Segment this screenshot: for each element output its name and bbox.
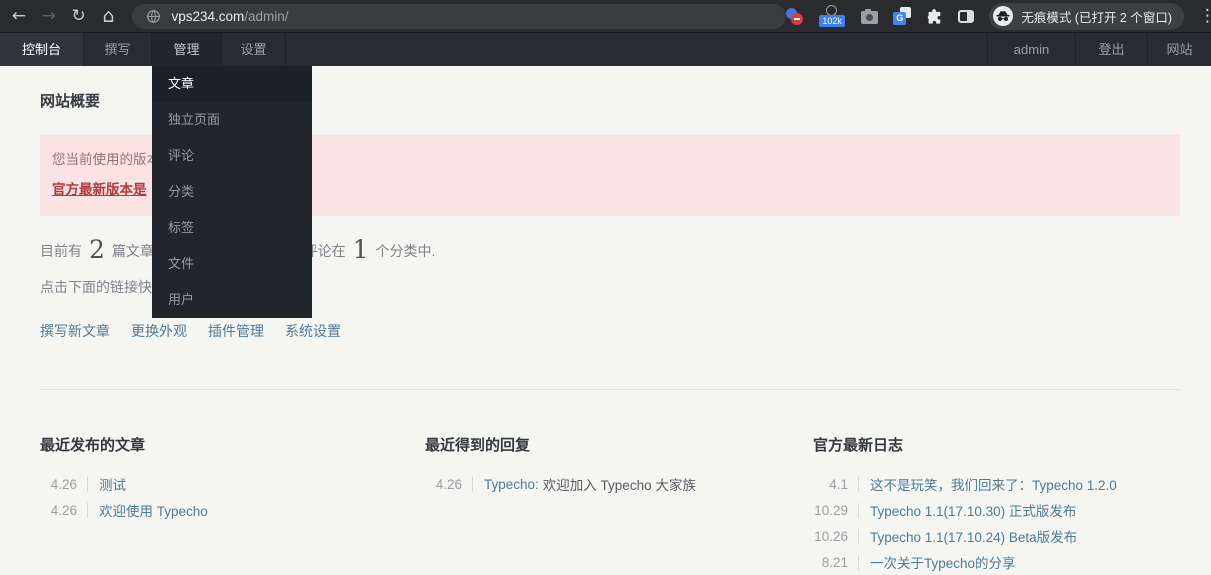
menu-item-comments[interactable]: 评论 [152, 138, 312, 174]
official-news-heading: 官方最新日志 [813, 437, 904, 454]
news-link[interactable]: Typecho 1.1(17.10.24) Beta版发布 [859, 526, 1077, 546]
item-date: 4.26 [40, 502, 88, 518]
menu-item-pages[interactable]: 独立页面 [152, 102, 312, 138]
view-site-link[interactable]: 网站 [1147, 33, 1211, 66]
quick-link-settings[interactable]: 系统设置 [285, 321, 341, 341]
list-item: 10.26 Typecho 1.1(17.10.24) Beta版发布 [813, 523, 1180, 549]
translate-extension-icon[interactable]: G [893, 7, 912, 25]
dashboard-columns: 最近发布的文章 4.26 测试 4.26 欢迎使用 Typecho 最近得到的回… [40, 434, 1180, 575]
screenshot-extension-icon[interactable] [861, 8, 879, 24]
browser-toolbar: ← → ↻ ⌂ vps234.com/admin/ 102k G 无痕模式 (已… [0, 0, 1211, 33]
post-link[interactable]: 测试 [88, 474, 126, 494]
list-item: 10.29 Typecho 1.1(17.10.30) 正式版发布 [813, 497, 1180, 523]
list-item: 4.26 欢迎使用 Typecho [40, 497, 425, 523]
item-date: 10.26 [813, 528, 859, 544]
recent-replies-column: 最近得到的回复 4.26 Typecho: 欢迎加入 Typecho 大家族 [425, 434, 813, 575]
post-link[interactable]: 欢迎使用 Typecho [88, 500, 208, 520]
globe-icon [146, 9, 161, 24]
forward-icon: → [41, 6, 56, 26]
recent-posts-column: 最近发布的文章 4.26 测试 4.26 欢迎使用 Typecho [40, 434, 425, 575]
incognito-spy-icon [993, 6, 1014, 26]
list-item: 4.1 这不是玩笑，我们回来了：Typecho 1.2.0 [813, 471, 1180, 497]
official-news-column: 官方最新日志 4.1 这不是玩笑，我们回来了：Typecho 1.2.0 10.… [813, 434, 1180, 575]
latest-version-link[interactable]: 官方最新版本是 [52, 178, 147, 198]
home-icon[interactable]: ⌂ [98, 0, 120, 32]
list-item: 8.21 一次关于Typecho的分享 [813, 549, 1180, 575]
comment-excerpt: 欢迎加入 Typecho 大家族 [542, 478, 696, 493]
incognito-label: 无痕模式 (已打开 2 个窗口) [1021, 10, 1173, 25]
sidebar-toggle-icon[interactable] [958, 9, 975, 23]
menu-item-files[interactable]: 文件 [152, 246, 312, 282]
tab-manage[interactable]: 管理 [152, 33, 222, 66]
item-date: 4.26 [40, 476, 88, 492]
counter-extension-icon[interactable]: 102k [818, 5, 846, 27]
quick-links: 撰写新文章 更换外观 插件管理 系统设置 [40, 321, 1180, 341]
recent-posts-heading: 最近发布的文章 [40, 437, 146, 454]
incognito-badge: 无痕模式 (已打开 2 个窗口) [989, 2, 1185, 30]
reload-icon[interactable]: ↻ [68, 0, 90, 32]
extensions-puzzle-icon[interactable] [926, 8, 943, 25]
logout-link[interactable]: 登出 [1075, 33, 1147, 66]
post-count: 2 [89, 235, 105, 264]
menu-item-posts[interactable]: 文章 [152, 66, 312, 102]
news-link[interactable]: 这不是玩笑，我们回来了：Typecho 1.2.0 [859, 474, 1117, 494]
category-count: 1 [352, 235, 369, 264]
section-divider [40, 389, 1180, 390]
extension-badge: 102k [819, 15, 845, 27]
list-item: 4.26 Typecho: 欢迎加入 Typecho 大家族 [425, 471, 813, 497]
item-date: 10.29 [813, 502, 859, 518]
item-date: 4.1 [813, 476, 859, 492]
quick-link-change-theme[interactable]: 更换外观 [131, 321, 187, 341]
user-menu-admin[interactable]: admin [987, 33, 1075, 66]
browser-menu-icon[interactable]: ⋮ [1199, 6, 1209, 26]
menu-item-users[interactable]: 用户 [152, 282, 312, 318]
back-icon[interactable]: ← [8, 0, 30, 32]
url-host: vps234.com [171, 8, 245, 24]
quick-link-new-post[interactable]: 撰写新文章 [40, 321, 110, 341]
list-item: 4.26 测试 [40, 471, 425, 497]
manage-dropdown-menu: 文章 独立页面 评论 分类 标签 文件 用户 [152, 66, 312, 318]
adblock-extension-icon[interactable] [786, 7, 804, 25]
address-bar[interactable]: vps234.com/admin/ [132, 3, 787, 29]
news-link[interactable]: 一次关于Typecho的分享 [859, 552, 1016, 572]
admin-navbar: 控制台 撰写 管理 设置 admin 登出 网站 [0, 33, 1211, 66]
tab-console[interactable]: 控制台 [0, 33, 84, 66]
url-path: /admin/ [244, 8, 289, 24]
recent-replies-heading: 最近得到的回复 [425, 437, 531, 454]
tab-write[interactable]: 撰写 [84, 33, 152, 66]
menu-item-tags[interactable]: 标签 [152, 210, 312, 246]
item-date: 8.21 [813, 554, 859, 570]
news-link[interactable]: Typecho 1.1(17.10.30) 正式版发布 [859, 500, 1076, 520]
comment-author-link[interactable]: Typecho: [473, 477, 539, 492]
item-date: 4.26 [425, 476, 473, 492]
menu-item-categories[interactable]: 分类 [152, 174, 312, 210]
quick-link-plugins[interactable]: 插件管理 [208, 321, 264, 341]
navbar-spacer [286, 33, 987, 66]
browser-extensions-area: 102k G 无痕模式 (已打开 2 个窗口) ⋮ [786, 2, 1211, 30]
tab-settings[interactable]: 设置 [222, 33, 286, 66]
